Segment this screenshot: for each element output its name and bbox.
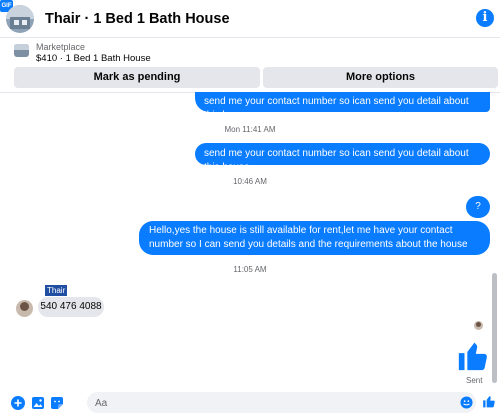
thumbs-up-icon[interactable] — [456, 339, 490, 373]
sender-avatar[interactable] — [16, 300, 33, 317]
timestamp: 10:46 AM — [233, 177, 267, 186]
timestamp: 11:05 AM — [233, 265, 267, 274]
sender-name: Thair — [45, 285, 68, 296]
listing-thumbnail[interactable] — [14, 44, 29, 57]
message-bubble-outgoing[interactable]: ? — [466, 196, 490, 218]
image-icon[interactable] — [31, 396, 45, 410]
timestamp: Mon 11:41 AM — [224, 125, 276, 134]
mark-as-pending-button[interactable]: Mark as pending — [14, 67, 260, 88]
sent-status: Sent — [466, 376, 483, 385]
message-bubble-outgoing[interactable]: send me your contact number so ican send… — [195, 143, 490, 173]
seen-avatar — [474, 321, 483, 330]
emoji-icon[interactable] — [460, 396, 473, 409]
info-icon[interactable]: i — [476, 9, 494, 27]
sticker-icon[interactable] — [50, 396, 64, 410]
plus-icon[interactable] — [11, 396, 25, 410]
message-bubble-outgoing[interactable]: Hello,yes the house is still available f… — [139, 221, 490, 255]
listing-price-title[interactable]: $410 · 1 Bed 1 Bath House — [36, 53, 151, 64]
more-options-button[interactable]: More options — [263, 67, 498, 88]
listing-avatar[interactable] — [6, 5, 34, 33]
message-bubble-incoming[interactable]: 540 476 4088 — [38, 297, 104, 317]
message-bubble-outgoing[interactable]: send me your contact number so ican send… — [195, 92, 490, 121]
chat-title[interactable]: Thair · 1 Bed 1 Bath House — [45, 11, 230, 27]
marketplace-label: Marketplace — [36, 42, 86, 52]
scrollbar-thumb[interactable] — [492, 273, 497, 383]
thumbs-up-send-icon[interactable] — [482, 394, 496, 409]
message-input[interactable] — [95, 397, 435, 409]
